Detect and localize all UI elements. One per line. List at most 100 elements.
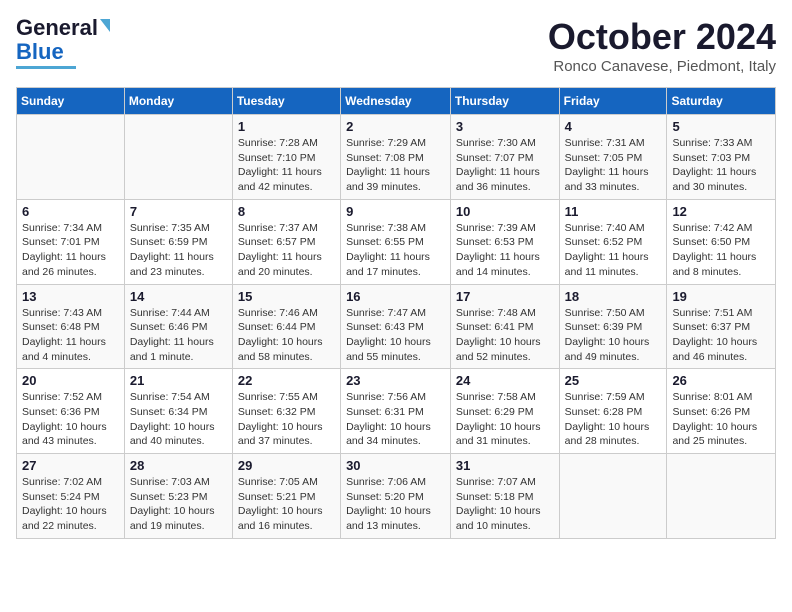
table-row: 8Sunrise: 7:37 AM Sunset: 6:57 PM Daylig…: [232, 199, 340, 284]
table-row: 23 Sunrise: 7:56 AM Sunset: 6:31 PM Dayli…: [341, 369, 451, 454]
day-number: 20: [22, 373, 119, 388]
day-number: 6: [22, 204, 119, 219]
logo-line: [16, 66, 76, 69]
day-info: Sunrise: 7:39 AM Sunset: 6:53 PM Dayligh…: [456, 221, 554, 280]
table-row: 7 Sunrise: 7:35 AM Sunset: 6:59 PM Daylig…: [124, 199, 232, 284]
day-info: Sunrise: 7:38 AM Sunset: 6:55 PM Dayligh…: [346, 221, 445, 280]
day-number: 27: [22, 458, 119, 473]
calendar-header-row: Sunday Monday Tuesday Wednesday Thursday…: [17, 88, 776, 115]
day-info: Sunrise: 7:31 AM Sunset: 7:05 PM Dayligh…: [565, 136, 662, 195]
table-row: 11 Sunrise: 7:40 AM Sunset: 6:52 PM Dayli…: [559, 199, 667, 284]
table-row: 19 Sunrise: 7:51 AM Sunset: 6:37 PM Dayli…: [667, 284, 776, 369]
table-row: 1 Sunrise: 7:28 AM Sunset: 7:10 PM Daylig…: [232, 115, 340, 200]
table-row: 30 Sunrise: 7:06 AM Sunset: 5:20 PM Dayli…: [341, 454, 451, 539]
calendar-week-row: 13 Sunrise: 7:43 AM Sunset: 6:48 PM Dayli…: [17, 284, 776, 369]
table-row: 27Sunrise: 7:02 AM Sunset: 5:24 PM Dayli…: [17, 454, 125, 539]
day-info: Sunrise: 7:44 AM Sunset: 6:46 PM Dayligh…: [130, 306, 227, 365]
table-row: 29 Sunrise: 7:05 AM Sunset: 5:21 PM Dayli…: [232, 454, 340, 539]
location-subtitle: Ronco Canavese, Piedmont, Italy: [548, 58, 776, 75]
day-number: 19: [672, 289, 770, 304]
day-info: Sunrise: 7:06 AM Sunset: 5:20 PM Dayligh…: [346, 475, 445, 534]
table-row: 14 Sunrise: 7:44 AM Sunset: 6:46 PM Dayli…: [124, 284, 232, 369]
table-row: 28Sunrise: 7:03 AM Sunset: 5:23 PM Dayli…: [124, 454, 232, 539]
table-row: [17, 115, 125, 200]
table-row: 13 Sunrise: 7:43 AM Sunset: 6:48 PM Dayli…: [17, 284, 125, 369]
table-row: [559, 454, 667, 539]
day-info: Sunrise: 7:51 AM Sunset: 6:37 PM Dayligh…: [672, 306, 770, 365]
table-row: [667, 454, 776, 539]
day-info: Sunrise: 7:07 AM Sunset: 5:18 PM Dayligh…: [456, 475, 554, 534]
day-number: 14: [130, 289, 227, 304]
col-tuesday: Tuesday: [232, 88, 340, 115]
day-info: Sunrise: 7:55 AM Sunset: 6:32 PM Dayligh…: [238, 390, 335, 449]
table-row: 10 Sunrise: 7:39 AM Sunset: 6:53 PM Dayli…: [450, 199, 559, 284]
day-info: Sunrise: 7:40 AM Sunset: 6:52 PM Dayligh…: [565, 221, 662, 280]
day-info: Sunrise: 7:52 AM Sunset: 6:36 PM Dayligh…: [22, 390, 119, 449]
day-number: 18: [565, 289, 662, 304]
day-number: 31: [456, 458, 554, 473]
col-friday: Friday: [559, 88, 667, 115]
logo: General Blue: [16, 16, 110, 69]
day-info: Sunrise: 7:43 AM Sunset: 6:48 PM Dayligh…: [22, 306, 119, 365]
day-info: Sunrise: 7:28 AM Sunset: 7:10 PM Dayligh…: [238, 136, 335, 195]
day-number: 16: [346, 289, 445, 304]
day-info: Sunrise: 7:34 AM Sunset: 7:01 PM Dayligh…: [22, 221, 119, 280]
table-row: 20 Sunrise: 7:52 AM Sunset: 6:36 PM Dayli…: [17, 369, 125, 454]
day-info: Sunrise: 7:48 AM Sunset: 6:41 PM Dayligh…: [456, 306, 554, 365]
table-row: 18Sunrise: 7:50 AM Sunset: 6:39 PM Dayli…: [559, 284, 667, 369]
calendar-week-row: 20 Sunrise: 7:52 AM Sunset: 6:36 PM Dayli…: [17, 369, 776, 454]
day-number: 15: [238, 289, 335, 304]
day-info: Sunrise: 7:42 AM Sunset: 6:50 PM Dayligh…: [672, 221, 770, 280]
day-info: Sunrise: 7:59 AM Sunset: 6:28 PM Dayligh…: [565, 390, 662, 449]
day-number: 26: [672, 373, 770, 388]
day-info: Sunrise: 7:29 AM Sunset: 7:08 PM Dayligh…: [346, 136, 445, 195]
day-number: 5: [672, 119, 770, 134]
table-row: 9Sunrise: 7:38 AM Sunset: 6:55 PM Daylig…: [341, 199, 451, 284]
day-number: 11: [565, 204, 662, 219]
day-number: 12: [672, 204, 770, 219]
day-number: 21: [130, 373, 227, 388]
day-number: 17: [456, 289, 554, 304]
table-row: 17 Sunrise: 7:48 AM Sunset: 6:41 PM Dayli…: [450, 284, 559, 369]
day-number: 23: [346, 373, 445, 388]
table-row: 5 Sunrise: 7:33 AM Sunset: 7:03 PM Daylig…: [667, 115, 776, 200]
day-number: 7: [130, 204, 227, 219]
page-header: General Blue October 2024 Ronco Canavese…: [16, 16, 776, 75]
day-info: Sunrise: 7:54 AM Sunset: 6:34 PM Dayligh…: [130, 390, 227, 449]
calendar-table: Sunday Monday Tuesday Wednesday Thursday…: [16, 87, 776, 539]
logo-text: General: [16, 16, 110, 40]
day-info: Sunrise: 7:46 AM Sunset: 6:44 PM Dayligh…: [238, 306, 335, 365]
month-title: October 2024: [548, 16, 776, 58]
col-saturday: Saturday: [667, 88, 776, 115]
day-info: Sunrise: 7:33 AM Sunset: 7:03 PM Dayligh…: [672, 136, 770, 195]
col-thursday: Thursday: [450, 88, 559, 115]
day-number: 1: [238, 119, 335, 134]
day-number: 30: [346, 458, 445, 473]
day-number: 2: [346, 119, 445, 134]
col-wednesday: Wednesday: [341, 88, 451, 115]
table-row: 21 Sunrise: 7:54 AM Sunset: 6:34 PM Dayli…: [124, 369, 232, 454]
day-number: 29: [238, 458, 335, 473]
day-number: 22: [238, 373, 335, 388]
day-info: Sunrise: 7:30 AM Sunset: 7:07 PM Dayligh…: [456, 136, 554, 195]
table-row: 22 Sunrise: 7:55 AM Sunset: 6:32 PM Dayli…: [232, 369, 340, 454]
table-row: [124, 115, 232, 200]
table-row: 12 Sunrise: 7:42 AM Sunset: 6:50 PM Dayli…: [667, 199, 776, 284]
day-info: Sunrise: 7:35 AM Sunset: 6:59 PM Dayligh…: [130, 221, 227, 280]
day-info: Sunrise: 7:05 AM Sunset: 5:21 PM Dayligh…: [238, 475, 335, 534]
day-info: Sunrise: 7:56 AM Sunset: 6:31 PM Dayligh…: [346, 390, 445, 449]
table-row: 6 Sunrise: 7:34 AM Sunset: 7:01 PM Daylig…: [17, 199, 125, 284]
table-row: 26Sunrise: 8:01 AM Sunset: 6:26 PM Dayli…: [667, 369, 776, 454]
table-row: 31 Sunrise: 7:07 AM Sunset: 5:18 PM Dayli…: [450, 454, 559, 539]
day-info: Sunrise: 7:58 AM Sunset: 6:29 PM Dayligh…: [456, 390, 554, 449]
day-number: 10: [456, 204, 554, 219]
calendar-week-row: 27Sunrise: 7:02 AM Sunset: 5:24 PM Dayli…: [17, 454, 776, 539]
day-info: Sunrise: 7:47 AM Sunset: 6:43 PM Dayligh…: [346, 306, 445, 365]
day-number: 25: [565, 373, 662, 388]
table-row: 4Sunrise: 7:31 AM Sunset: 7:05 PM Daylig…: [559, 115, 667, 200]
day-number: 13: [22, 289, 119, 304]
table-row: 24Sunrise: 7:58 AM Sunset: 6:29 PM Dayli…: [450, 369, 559, 454]
day-info: Sunrise: 7:03 AM Sunset: 5:23 PM Dayligh…: [130, 475, 227, 534]
table-row: 2 Sunrise: 7:29 AM Sunset: 7:08 PM Daylig…: [341, 115, 451, 200]
calendar-week-row: 6 Sunrise: 7:34 AM Sunset: 7:01 PM Daylig…: [17, 199, 776, 284]
